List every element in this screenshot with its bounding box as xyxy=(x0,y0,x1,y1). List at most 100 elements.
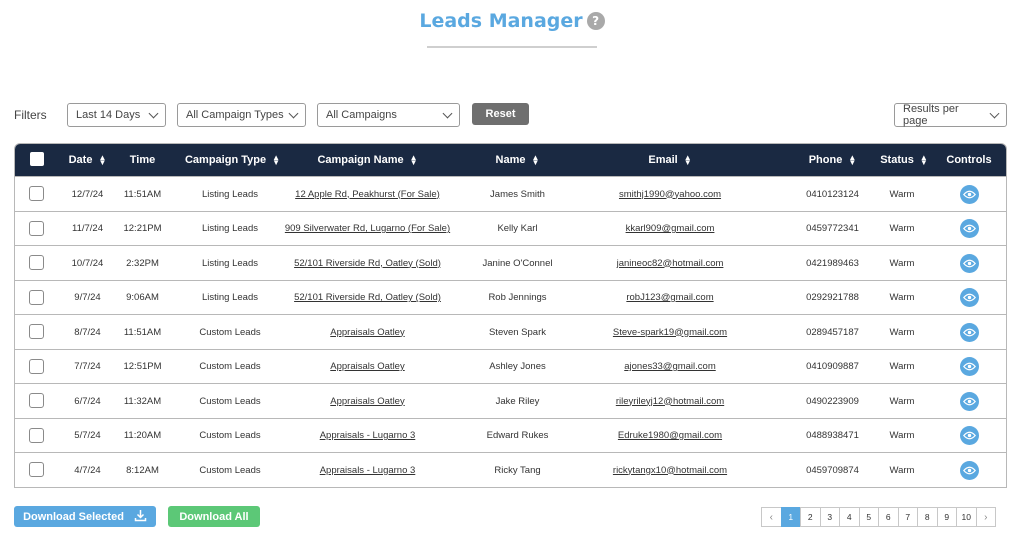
sort-icon: ▲ ▼ xyxy=(683,153,692,167)
cell-campaign-name[interactable]: 52/101 Riverside Rd, Oatley (Sold) xyxy=(270,246,465,280)
cell-phone: 0490223909 xyxy=(806,395,859,407)
cell-email[interactable]: rickytangx10@hotmail.com xyxy=(585,453,755,487)
table-header: Date ▲ ▼ Time Campaign Type ▲ ▼ Campaign N… xyxy=(15,144,1006,176)
view-eye-icon[interactable] xyxy=(959,219,979,238)
cell-campaign-name[interactable]: 52/101 Riverside Rd, Oatley (Sold) xyxy=(270,281,465,315)
campaign-type-select[interactable]: All Campaign Types xyxy=(177,103,306,127)
cell-status: Warm xyxy=(889,188,915,200)
view-eye-icon[interactable] xyxy=(959,426,979,445)
row-checkbox[interactable] xyxy=(29,289,44,305)
pagination-page[interactable]: 5 xyxy=(858,507,879,527)
cell-email[interactable]: rileyrileyj12@hotmail.com xyxy=(585,384,755,418)
cell-date: 10/7/24 xyxy=(71,257,104,269)
view-eye-icon[interactable] xyxy=(959,184,979,204)
cell-campaign-name[interactable]: Appraisals - Lugarno 3 xyxy=(270,453,465,487)
column-header-email[interactable]: Email ▲ ▼ xyxy=(605,144,735,176)
pagination-next-icon[interactable]: › xyxy=(975,507,996,527)
cell-name: Janine O'Connel xyxy=(482,257,553,269)
results-per-page-label: Results per page xyxy=(903,103,959,127)
view-eye-icon[interactable] xyxy=(959,322,979,342)
cell-campaign-type: Custom Leads xyxy=(199,326,261,338)
row-checkbox[interactable] xyxy=(29,393,44,408)
table-row: 4/7/24 8:12AM Custom Leads Appraisals - Lug… xyxy=(15,452,1006,487)
campaign-select[interactable]: All Campaigns xyxy=(317,103,460,127)
column-header-campaign-type[interactable]: Campaign Type ▲ ▼ xyxy=(175,144,290,176)
table-row: 6/7/24 11:32AM Custom Leads Appraisals Oatl… xyxy=(15,383,1006,418)
cell-email[interactable]: robJ123@gmail.com xyxy=(585,281,755,315)
cell-campaign-name[interactable]: 909 Silverwater Rd, Lugarno (For Sale) xyxy=(270,212,465,246)
cell-phone: 0289457187 xyxy=(806,326,859,338)
cell-phone: 0488938471 xyxy=(806,430,859,441)
cell-campaign-name[interactable]: 12 Apple Rd, Peakhurst (For Sale) xyxy=(270,177,465,211)
pagination-page[interactable]: 6 xyxy=(878,507,899,527)
row-checkbox[interactable] xyxy=(29,255,44,270)
column-header-date[interactable]: Date ▲ ▼ xyxy=(60,144,115,176)
chevron-down-icon xyxy=(989,108,1000,118)
row-checkbox[interactable] xyxy=(29,186,44,201)
row-checkbox[interactable] xyxy=(29,427,44,443)
pagination-page[interactable]: 8 xyxy=(917,507,938,527)
cell-campaign-name[interactable]: Appraisals Oatley xyxy=(270,384,465,418)
cell-campaign-name[interactable]: Appraisals - Lugarno 3 xyxy=(270,419,465,453)
sort-icon: ▲ ▼ xyxy=(919,153,928,167)
view-eye-icon[interactable] xyxy=(959,253,979,273)
cell-campaign-type: Listing Leads xyxy=(202,257,258,269)
pagination-page[interactable]: 1 xyxy=(780,507,801,527)
cell-campaign-type: Custom Leads xyxy=(199,395,261,407)
cell-email[interactable]: kkarl909@gmail.com xyxy=(585,212,755,246)
pagination-prev-icon[interactable]: ‹ xyxy=(761,507,782,527)
table-row: 9/7/24 9:06AM Listing Leads 52/101 Riversid… xyxy=(15,279,1006,315)
pagination-page[interactable]: 3 xyxy=(819,507,840,527)
reset-button[interactable]: Reset xyxy=(472,103,529,125)
cell-name: Jake Riley xyxy=(495,395,540,407)
column-header-phone[interactable]: Phone ▲ ▼ xyxy=(795,144,870,176)
view-eye-icon[interactable] xyxy=(959,357,979,376)
sort-icon: ▲ ▼ xyxy=(409,153,418,167)
results-per-page-select[interactable]: Results per page xyxy=(894,103,1007,127)
select-all-checkbox[interactable] xyxy=(30,152,44,166)
cell-controls xyxy=(940,315,998,349)
cell-date: 6/7/24 xyxy=(74,395,101,407)
cell-email[interactable]: janineoc82@hotmail.com xyxy=(585,246,755,280)
pagination-page[interactable]: 2 xyxy=(800,507,821,527)
table-row: 12/7/24 11:51AM Listing Leads 12 Apple Rd, … xyxy=(15,176,1006,211)
pagination-page[interactable]: 7 xyxy=(897,507,918,527)
view-eye-icon[interactable] xyxy=(959,288,979,307)
pagination: ‹ 1 2 3 4 5 6 7 8 9 10 › xyxy=(761,507,996,527)
cell-email[interactable]: Edruke1980@gmail.com xyxy=(585,419,755,453)
cell-email[interactable]: smithj1990@yahoo.com xyxy=(585,177,755,211)
cell-controls xyxy=(940,177,998,211)
cell-campaign-type: Custom Leads xyxy=(199,430,261,441)
cell-date: 8/7/24 xyxy=(74,326,101,338)
cell-campaign-name[interactable]: Appraisals Oatley xyxy=(270,315,465,349)
cell-name: Edward Rukes xyxy=(486,430,549,441)
column-header-campaign-name[interactable]: Campaign Name ▲ ▼ xyxy=(280,144,455,176)
sort-icon: ▲ ▼ xyxy=(848,153,857,167)
cell-email[interactable]: ajones33@gmail.com xyxy=(585,350,755,384)
page-title-group: Leads Manager ? xyxy=(419,10,605,32)
column-header-status[interactable]: Status ▲ ▼ xyxy=(872,144,936,176)
row-checkbox[interactable] xyxy=(29,324,44,339)
row-checkbox[interactable] xyxy=(29,220,44,236)
cell-controls xyxy=(940,350,998,384)
date-range-select[interactable]: Last 14 Days xyxy=(67,103,166,127)
cell-campaign-type: Listing Leads xyxy=(202,223,258,234)
download-selected-button[interactable]: Download Selected xyxy=(14,506,156,527)
cell-phone: 0410909887 xyxy=(806,361,859,372)
cell-campaign-name[interactable]: Appraisals Oatley xyxy=(270,350,465,384)
column-header-name[interactable]: Name ▲ ▼ xyxy=(475,144,560,176)
cell-campaign-type: Custom Leads xyxy=(199,464,261,476)
row-checkbox[interactable] xyxy=(29,358,44,374)
pagination-page[interactable]: 9 xyxy=(936,507,957,527)
cell-time: 12:51PM xyxy=(123,361,162,372)
cell-email[interactable]: Steve-spark19@gmail.com xyxy=(585,315,755,349)
question-circle-icon[interactable]: ? xyxy=(586,12,605,30)
cell-status: Warm xyxy=(889,223,915,234)
row-checkbox[interactable] xyxy=(29,462,44,477)
cell-date: 9/7/24 xyxy=(74,292,101,303)
download-all-button[interactable]: Download All xyxy=(168,506,260,527)
view-eye-icon[interactable] xyxy=(959,391,979,411)
view-eye-icon[interactable] xyxy=(959,460,979,480)
pagination-page[interactable]: 4 xyxy=(839,507,860,527)
pagination-page[interactable]: 10 xyxy=(956,507,977,527)
